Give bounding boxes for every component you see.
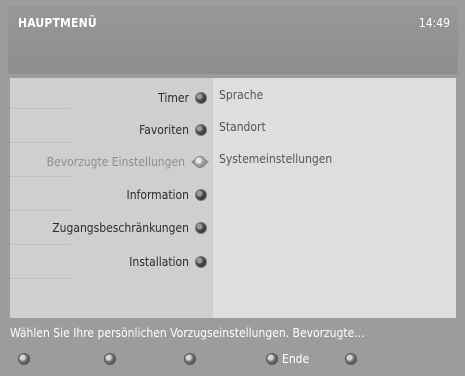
- menu-divider: [10, 278, 70, 279]
- green-key-icon: [104, 353, 116, 365]
- menu-item-zugangsbeschraenkungen[interactable]: Zugangsbeschränkungen: [52, 218, 207, 238]
- yellow-key-icon: [184, 353, 196, 365]
- menu-item-favoriten[interactable]: Favoriten: [139, 120, 207, 140]
- bullet-icon: [195, 124, 207, 136]
- bullet-icon: [195, 222, 207, 234]
- menu-divider: [10, 108, 70, 109]
- menu-divider: [10, 210, 70, 211]
- menu-item-label: Installation: [129, 255, 189, 269]
- nav-cursor-icon: [191, 154, 209, 170]
- red-key-icon: [18, 353, 30, 365]
- submenu-panel: Sprache Standort Systemeinstellungen: [213, 78, 456, 318]
- white-key-icon: [345, 353, 357, 365]
- yellow-key-button[interactable]: [184, 352, 200, 366]
- menu-divider: [10, 142, 70, 143]
- page-title: HAUPTMENÜ: [18, 16, 97, 30]
- submenu-item-standort[interactable]: Standort: [219, 120, 266, 134]
- main-menu: Timer Favoriten Bevorzugte Einstellungen…: [10, 78, 213, 318]
- menu-item-label: Zugangsbeschränkungen: [52, 221, 189, 235]
- menu-item-label: Information: [126, 188, 189, 202]
- menu-item-installation[interactable]: Installation: [129, 252, 207, 272]
- arrow-right-icon: [205, 159, 209, 165]
- header-bar: HAUPTMENÜ 14:49: [8, 6, 458, 74]
- blue-key-button[interactable]: Ende: [266, 352, 309, 366]
- menu-divider: [10, 176, 70, 177]
- tv-menu-screen: HAUPTMENÜ 14:49 Timer Favoriten Bevorzug…: [0, 0, 465, 376]
- white-key-button[interactable]: [345, 352, 361, 366]
- help-text: Wählen Sie Ihre persönlichen Vorzugseins…: [10, 326, 365, 340]
- menu-item-label: Favoriten: [139, 123, 189, 137]
- menu-item-bevorzugte-einstellungen[interactable]: Bevorzugte Einstellungen: [47, 152, 209, 172]
- green-key-button[interactable]: [104, 352, 120, 366]
- bullet-icon: [195, 92, 207, 104]
- bullet-icon: [195, 189, 207, 201]
- submenu-item-systemeinstellungen[interactable]: Systemeinstellungen: [219, 152, 332, 166]
- menu-item-label: Timer: [158, 91, 189, 105]
- clock-time: 14:49: [418, 16, 450, 30]
- end-label: Ende: [282, 352, 310, 366]
- red-key-button[interactable]: [18, 352, 34, 366]
- bullet-icon: [195, 256, 207, 268]
- menu-item-timer[interactable]: Timer: [158, 88, 207, 108]
- blue-key-icon: [266, 353, 278, 365]
- menu-item-label: Bevorzugte Einstellungen: [46, 155, 185, 169]
- submenu-item-sprache[interactable]: Sprache: [219, 88, 263, 102]
- menu-divider: [10, 244, 70, 245]
- menu-item-information[interactable]: Information: [127, 185, 207, 205]
